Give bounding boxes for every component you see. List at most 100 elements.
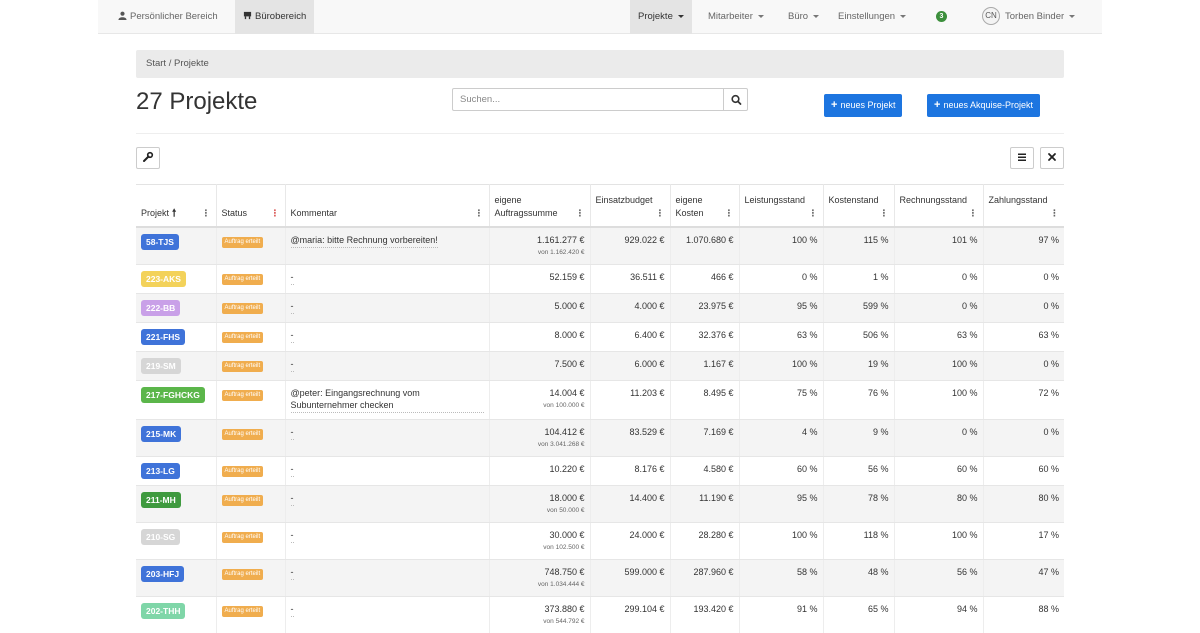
user-menu[interactable]: CN Torben Binder xyxy=(974,0,1083,34)
new-acquisition-project-button[interactable]: + neues Akquise-Projekt xyxy=(927,94,1040,117)
nav-settings-dropdown[interactable]: Einstellungen xyxy=(830,0,914,34)
status-badge[interactable]: Auftrag erteilt xyxy=(221,331,264,343)
table-row[interactable]: 211-MH Auftrag erteilt - 18.000 € von 50.000… xyxy=(136,485,1064,523)
nav-employees-dropdown[interactable]: Mitarbeiter xyxy=(700,0,772,34)
budget-value: 4.000 € xyxy=(634,300,665,311)
payment-level-value: 60 % xyxy=(1038,463,1059,474)
order-sum: 18.000 € xyxy=(549,492,585,503)
col-header-project[interactable]: Projekt 🠕 ⋮ xyxy=(136,184,217,228)
table-row[interactable]: 210-SG Auftrag erteilt - 30.000 € von 102.50… xyxy=(136,522,1064,560)
table-row[interactable]: 222-BB Auftrag erteilt - 5.000 € 4.000 € 23.9… xyxy=(136,293,1064,323)
budget-value: 6.400 € xyxy=(634,329,665,340)
table-row[interactable]: 221-FHS Auftrag erteilt - 8.000 € 6.400 € 32.… xyxy=(136,322,1064,352)
comment-text[interactable]: - xyxy=(290,463,294,477)
columns-menu-button[interactable] xyxy=(1010,147,1034,169)
comment-text[interactable]: - xyxy=(290,603,294,617)
table-row[interactable]: 202-THH Auftrag erteilt - 373.880 € von 544.… xyxy=(136,596,1064,633)
search-button[interactable] xyxy=(723,88,748,111)
project-badge[interactable]: 58-TJS xyxy=(141,233,179,250)
column-menu-icon[interactable]: ⋮ xyxy=(576,207,585,220)
status-badge[interactable]: Auftrag erteilt xyxy=(221,568,264,580)
nav-projects-dropdown[interactable]: Projekte xyxy=(630,0,692,34)
comment-text[interactable]: - xyxy=(290,300,294,314)
status-badge[interactable]: Auftrag erteilt xyxy=(221,531,264,543)
clear-filters-button[interactable] xyxy=(1040,147,1064,169)
status-badge[interactable]: Auftrag erteilt xyxy=(221,236,264,248)
project-badge[interactable]: 222-BB xyxy=(141,299,181,316)
status-badge[interactable]: Auftrag erteilt xyxy=(221,273,264,285)
nav-office-dropdown[interactable]: Büro xyxy=(780,0,827,34)
table-row[interactable]: 58-TJS Auftrag erteilt @maria: bitte Rechn… xyxy=(136,226,1064,265)
project-badge[interactable]: 211-MH xyxy=(141,491,181,508)
col-header-performance[interactable]: Leistungsstand ⋮ xyxy=(739,184,824,228)
table-row[interactable]: 217-FGHCKG Auftrag erteilt @peter: Eingang… xyxy=(136,380,1064,420)
col-header-payment-level[interactable]: Zahlungsstand ⋮ xyxy=(983,184,1064,228)
comment-text[interactable]: - xyxy=(290,329,294,343)
status-badge[interactable]: Auftrag erteilt xyxy=(221,494,264,506)
col-header-invoice-level[interactable]: Rechnungsstand ⋮ xyxy=(894,184,984,228)
comment-text[interactable]: - xyxy=(290,492,294,506)
cost-level-value: 19 % xyxy=(867,358,889,369)
column-filter-icon[interactable]: ⋮ xyxy=(271,207,280,220)
payment-level-value: 97 % xyxy=(1038,234,1059,245)
invoice-level-value: 80 % xyxy=(956,492,978,503)
configure-button[interactable] xyxy=(136,147,160,169)
chevron-down-icon xyxy=(813,14,820,18)
col-header-order-sum[interactable]: eigene Auftragssumme ⋮ xyxy=(489,184,591,228)
column-menu-icon[interactable]: ⋮ xyxy=(969,208,978,218)
comment-text[interactable]: @maria: bitte Rechnung vorbereiten! xyxy=(290,234,438,248)
column-menu-icon[interactable]: ⋮ xyxy=(475,207,484,220)
project-badge[interactable]: 203-HFJ xyxy=(141,565,185,582)
invoice-level-value: 0 % xyxy=(961,300,978,311)
column-menu-icon[interactable]: ⋮ xyxy=(202,207,211,220)
col-header-costs[interactable]: eigene Kosten ⋮ xyxy=(670,184,740,228)
column-menu-icon[interactable]: ⋮ xyxy=(725,207,734,220)
col-header-label: eigene Kosten xyxy=(675,194,704,218)
status-badge[interactable]: Auftrag erteilt xyxy=(221,302,264,314)
col-header-label: Projekt xyxy=(141,207,170,218)
project-badge[interactable]: 223-AKS xyxy=(141,270,186,287)
status-badge[interactable]: Auftrag erteilt xyxy=(221,605,264,617)
comment-text[interactable]: - xyxy=(290,271,294,285)
table-row[interactable]: 213-LG Auftrag erteilt - 10.220 € 8.176 € 4.5… xyxy=(136,456,1064,486)
column-menu-icon[interactable]: ⋮ xyxy=(880,208,889,218)
breadcrumb[interactable]: Start / Projekte xyxy=(136,50,1064,78)
column-menu-icon[interactable]: ⋮ xyxy=(656,208,665,218)
col-header-budget[interactable]: Einsatzbudget ⋮ xyxy=(590,184,671,228)
comment-text[interactable]: - xyxy=(290,358,294,372)
table-row[interactable]: 219-SM Auftrag erteilt - 7.500 € 6.000 € 1.16… xyxy=(136,351,1064,381)
comment-text[interactable]: @peter: Eingangsrechnung vom Subunterneh… xyxy=(290,387,484,413)
status-badge[interactable]: Auftrag erteilt xyxy=(221,389,264,401)
comment-text[interactable]: - xyxy=(290,426,294,440)
project-badge[interactable]: 215-MK xyxy=(141,425,182,442)
status-badge[interactable]: Auftrag erteilt xyxy=(221,465,264,477)
table-row[interactable]: 223-AKS Auftrag erteilt - 52.159 € 36.511 € 4… xyxy=(136,264,1064,294)
invoice-level-value: 0 % xyxy=(961,271,978,282)
table-row[interactable]: 203-HFJ Auftrag erteilt - 748.750 € von 1.03… xyxy=(136,559,1064,597)
nav-office-dropdown-label: Büro xyxy=(788,11,809,22)
col-header-comment[interactable]: Kommentar ⋮ xyxy=(285,184,490,228)
status-badge[interactable]: Auftrag erteilt xyxy=(221,428,264,440)
col-header-status[interactable]: Status ⋮ xyxy=(216,184,286,228)
order-sum: 1.161.277 € xyxy=(536,234,585,245)
column-menu-icon[interactable]: ⋮ xyxy=(1050,208,1059,218)
project-badge[interactable]: 202-THH xyxy=(141,602,186,619)
column-menu-icon[interactable]: ⋮ xyxy=(809,208,818,218)
project-badge[interactable]: 221-FHS xyxy=(141,328,186,345)
status-badge[interactable]: Auftrag erteilt xyxy=(221,360,264,372)
nav-office-area[interactable]: Bürobereich xyxy=(235,0,315,34)
notifications[interactable]: 3 xyxy=(928,0,955,34)
project-badge[interactable]: 219-SM xyxy=(141,357,181,374)
nav-personal-area[interactable]: Persönlicher Bereich xyxy=(110,0,226,34)
comment-text[interactable]: - xyxy=(290,566,294,580)
performance-value: 63 % xyxy=(796,329,818,340)
search-input[interactable] xyxy=(452,88,724,111)
project-badge[interactable]: 217-FGHCKG xyxy=(141,386,205,403)
comment-text[interactable]: - xyxy=(290,529,294,543)
project-badge[interactable]: 213-LG xyxy=(141,462,180,479)
new-project-button[interactable]: + neues Projekt xyxy=(824,94,903,117)
table-row[interactable]: 215-MK Auftrag erteilt - 104.412 € von 3.041… xyxy=(136,419,1064,457)
col-header-cost-level[interactable]: Kostenstand ⋮ xyxy=(823,184,895,228)
project-badge[interactable]: 210-SG xyxy=(141,528,181,545)
payment-level-value: 17 % xyxy=(1038,529,1059,540)
